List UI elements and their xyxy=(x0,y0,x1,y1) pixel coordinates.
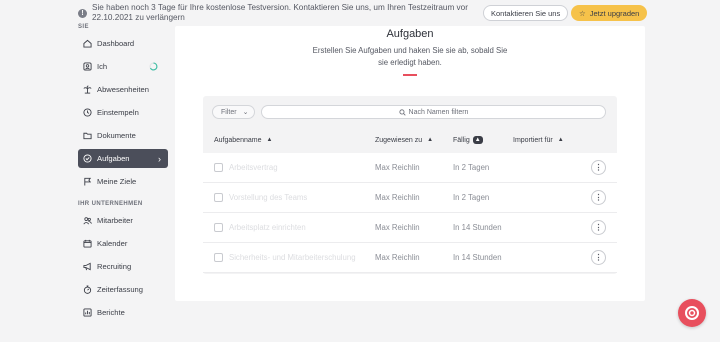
more-options-icon[interactable]: ⋮ xyxy=(591,160,606,175)
tasks-table: Filter ⌄ Nach Namen filtern Aufgabenname… xyxy=(203,96,617,274)
filter-button-label: Filter xyxy=(221,108,237,116)
column-header-imported[interactable]: Importiert für ▲ xyxy=(513,136,566,144)
sidebar-item-kalender[interactable]: Kalender xyxy=(78,234,168,253)
info-icon: ! xyxy=(78,8,87,18)
column-header-label: Aufgabenname xyxy=(214,136,262,144)
table-row: Arbeitsplatz einrichten Max Reichlin In … xyxy=(203,213,617,243)
profile-progress-icon xyxy=(149,62,158,71)
title-divider xyxy=(403,74,417,76)
flag-icon xyxy=(83,177,92,186)
search-input[interactable]: Nach Namen filtern xyxy=(261,105,606,119)
sidebar-item-zeiterfassung[interactable]: Zeiterfassung xyxy=(78,280,168,299)
more-options-icon[interactable]: ⋮ xyxy=(591,250,606,265)
sidebar-item-einstempeln[interactable]: Einstempeln xyxy=(78,103,168,122)
sidebar-item-label: Mitarbeiter xyxy=(97,216,133,225)
megaphone-icon xyxy=(83,262,92,271)
table-row: Sicherheits- und Mitarbeiterschulung Max… xyxy=(203,243,617,273)
sidebar-item-dokumente[interactable]: Dokumente xyxy=(78,126,168,145)
check-circle-icon xyxy=(83,154,92,163)
row-checkbox[interactable] xyxy=(214,253,223,262)
task-assignee: Max Reichlin xyxy=(375,253,420,262)
lifebuoy-icon xyxy=(685,306,699,320)
upgrade-button-label: Jetzt upgraden xyxy=(589,8,640,18)
row-checkbox[interactable] xyxy=(214,163,223,172)
sort-icon[interactable]: ▲ xyxy=(472,136,483,144)
task-due: In 14 Stunden xyxy=(453,253,502,262)
calendar-icon xyxy=(83,239,92,248)
sort-icon[interactable]: ▲ xyxy=(425,136,435,144)
tasks-card: Aufgaben Erstellen Sie Aufgaben und hake… xyxy=(175,26,645,301)
chart-icon xyxy=(83,308,92,317)
chevron-down-icon: ⌄ xyxy=(242,109,249,116)
clock-icon xyxy=(83,108,92,117)
upgrade-button[interactable]: ☆ Jetzt upgraden xyxy=(571,5,648,21)
sidebar-item-label: Kalender xyxy=(97,239,128,248)
table-body: Arbeitsvertrag Max Reichlin In 2 Tagen ⋮… xyxy=(203,153,617,273)
table-row: Vorstellung des Teams Max Reichlin In 2 … xyxy=(203,183,617,213)
task-name[interactable]: Arbeitsvertrag xyxy=(229,163,278,172)
sidebar-item-label: Meine Ziele xyxy=(97,177,137,186)
page-description: Erstellen Sie Aufgaben und haken Sie sie… xyxy=(312,46,508,67)
task-assignee: Max Reichlin xyxy=(375,193,420,202)
task-assignee: Max Reichlin xyxy=(375,223,420,232)
stopwatch-icon xyxy=(83,285,92,294)
chevron-right-icon: › xyxy=(158,153,161,164)
sidebar-item-dashboard[interactable]: Dashboard xyxy=(78,34,168,53)
sidebar-item-label: Aufgaben xyxy=(97,154,130,163)
task-name[interactable]: Arbeitsplatz einrichten xyxy=(229,223,306,232)
task-due: In 14 Stunden xyxy=(453,223,502,232)
sidebar-item-label: Abwesenheiten xyxy=(97,85,149,94)
column-header-assignee[interactable]: Zugewiesen zu ▲ xyxy=(375,136,435,144)
table-header: Aufgabenname ▲ Zugewiesen zu ▲ Fällig ▲ … xyxy=(203,129,617,153)
palm-tree-icon xyxy=(83,85,92,94)
column-header-due[interactable]: Fällig ▲ xyxy=(453,136,483,144)
folder-icon xyxy=(83,131,92,140)
sort-icon[interactable]: ▲ xyxy=(264,136,274,144)
task-name[interactable]: Vorstellung des Teams xyxy=(229,193,307,202)
sidebar-item-mitarbeiter[interactable]: Mitarbeiter xyxy=(78,211,168,230)
more-options-icon[interactable]: ⋮ xyxy=(591,220,606,235)
sidebar-item-ich[interactable]: Ich xyxy=(78,57,168,76)
search-placeholder: Nach Namen filtern xyxy=(408,108,469,116)
sidebar: SIE Dashboard Ich Abwesenheiten Einstemp… xyxy=(78,20,168,326)
more-options-icon[interactable]: ⋮ xyxy=(591,190,606,205)
task-due: In 2 Tagen xyxy=(453,193,490,202)
column-header-label: Fällig xyxy=(453,136,470,144)
sidebar-item-label: Recruiting xyxy=(97,262,132,271)
page-title: Aufgaben xyxy=(386,28,434,40)
search-icon xyxy=(398,108,406,116)
people-icon xyxy=(83,216,92,225)
column-header-label: Importiert für xyxy=(513,136,553,144)
contact-us-button[interactable]: Kontaktieren Sie uns xyxy=(483,5,569,21)
home-icon xyxy=(83,39,92,48)
sidebar-item-abwesenheiten[interactable]: Abwesenheiten xyxy=(78,80,168,99)
sidebar-item-label: Dokumente xyxy=(97,131,136,140)
filter-button[interactable]: Filter ⌄ xyxy=(212,105,255,119)
column-header-label: Zugewiesen zu xyxy=(375,136,423,144)
task-assignee: Max Reichlin xyxy=(375,163,420,172)
sidebar-section-personal: SIE xyxy=(78,24,89,30)
person-icon xyxy=(83,62,92,71)
task-due: In 2 Tagen xyxy=(453,163,490,172)
sidebar-item-label: Ich xyxy=(97,62,108,71)
sidebar-item-berichte[interactable]: Berichte xyxy=(78,303,168,322)
sidebar-section-company: IHR UNTERNEHMEN xyxy=(78,201,143,207)
row-checkbox[interactable] xyxy=(214,193,223,202)
sidebar-item-label: Zeiterfassung xyxy=(97,285,144,294)
sidebar-item-meine-ziele[interactable]: Meine Ziele xyxy=(78,172,168,191)
sidebar-item-label: Einstempeln xyxy=(97,108,139,117)
help-chat-button[interactable] xyxy=(678,299,706,327)
column-header-name[interactable]: Aufgabenname ▲ xyxy=(214,136,274,144)
sidebar-item-label: Berichte xyxy=(97,308,125,317)
sidebar-item-recruiting[interactable]: Recruiting xyxy=(78,257,168,276)
sidebar-item-label: Dashboard xyxy=(97,39,135,48)
task-name[interactable]: Sicherheits- und Mitarbeiterschulung xyxy=(229,253,356,262)
row-checkbox[interactable] xyxy=(214,223,223,232)
star-icon: ☆ xyxy=(579,8,586,18)
sidebar-item-aufgaben[interactable]: Aufgaben › xyxy=(78,149,168,168)
table-row: Arbeitsvertrag Max Reichlin In 2 Tagen ⋮ xyxy=(203,153,617,183)
sort-icon[interactable]: ▲ xyxy=(556,136,566,144)
